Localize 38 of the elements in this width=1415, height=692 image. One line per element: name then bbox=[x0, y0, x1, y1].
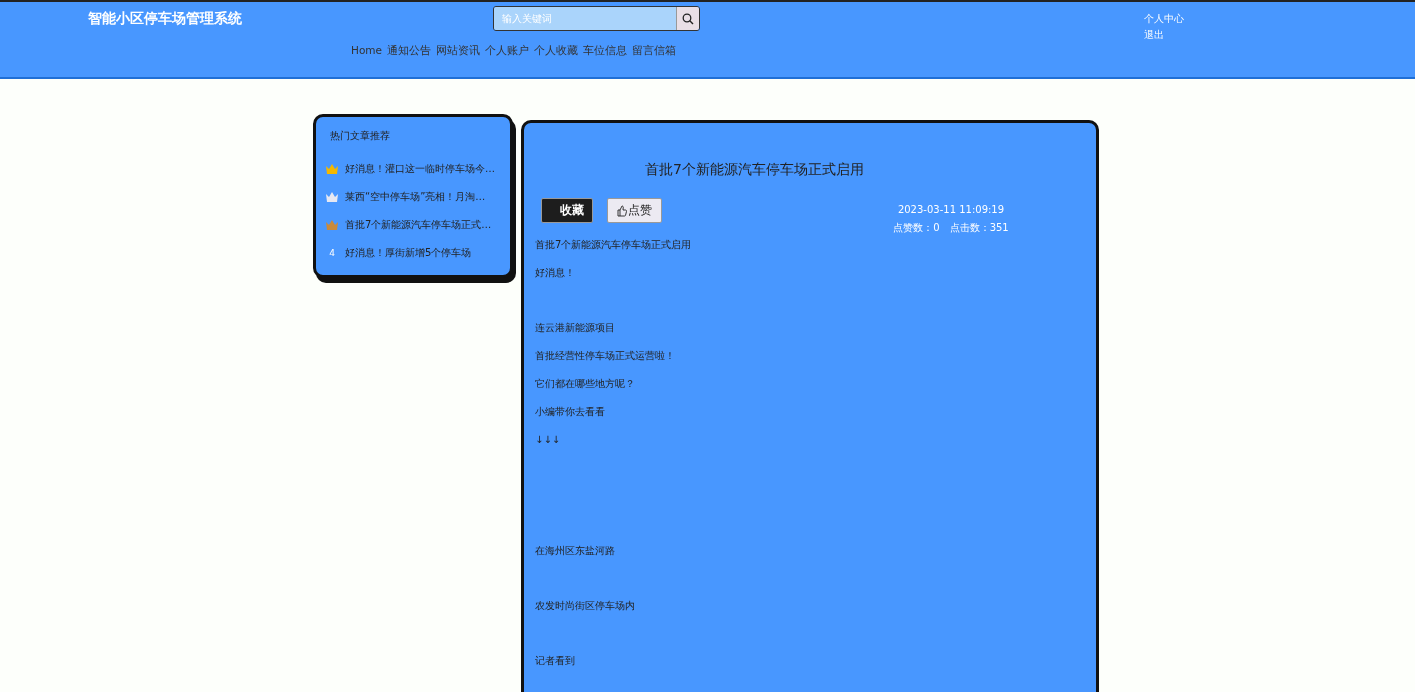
paragraph: 记者看到 bbox=[535, 654, 576, 668]
likes-label: 点赞数： bbox=[893, 222, 934, 233]
search-button[interactable] bbox=[676, 7, 699, 30]
site-title: 智能小区停车场管理系统 bbox=[88, 10, 243, 28]
rank-number: 4 bbox=[328, 248, 336, 258]
card-title: 热门文章推荐 bbox=[330, 129, 391, 143]
search-field[interactable]: 输入关键词 bbox=[493, 6, 700, 31]
nav-link[interactable]: Home bbox=[351, 44, 382, 58]
paragraph: 好消息！ bbox=[535, 266, 576, 280]
nav-link[interactable]: 个人账户 bbox=[485, 44, 529, 58]
nav-link[interactable]: 留言信箱 bbox=[632, 44, 676, 58]
article-link[interactable]: 好消息！灌口这一临时停车场今… bbox=[345, 162, 495, 176]
favorite-button[interactable]: 收藏 bbox=[541, 198, 593, 223]
paragraph: 首批经营性停车场正式运营啦！ bbox=[535, 349, 676, 363]
paragraph: 小编带你去看看 bbox=[535, 405, 606, 419]
nav-link[interactable]: 通知公告 bbox=[387, 44, 431, 58]
paragraph: 它们都在哪些地方呢？ bbox=[535, 377, 636, 391]
article-link[interactable]: 好消息！厚街新增5个停车场 bbox=[345, 246, 472, 260]
clicks-count: 351 bbox=[989, 222, 1009, 233]
user-link[interactable]: 个人中心 bbox=[1144, 12, 1184, 26]
search-icon bbox=[682, 12, 694, 25]
paragraph: ↓↓↓ bbox=[535, 433, 562, 447]
nav-link[interactable]: 个人收藏 bbox=[534, 44, 578, 58]
like-button[interactable]: 点赞 bbox=[607, 198, 662, 223]
nav-link[interactable]: 网站资讯 bbox=[436, 44, 480, 58]
nav-link[interactable]: 车位信息 bbox=[583, 44, 627, 58]
paragraph: 农发时尚街区停车场内 bbox=[535, 599, 636, 613]
article-link[interactable]: 首批7个新能源汽车停车场正式… bbox=[345, 218, 492, 232]
article-title: 首批7个新能源汽车停车场正式启用 bbox=[645, 161, 865, 179]
user-link[interactable]: 退出 bbox=[1144, 28, 1184, 42]
clicks-label: 点击数： bbox=[949, 222, 990, 233]
paragraph: 连云港新能源项目 bbox=[535, 321, 616, 335]
paragraph: 在海州区东盐河路 bbox=[535, 544, 616, 558]
thumbs-up-icon bbox=[617, 204, 627, 217]
paragraph: 首批7个新能源汽车停车场正式启用 bbox=[535, 238, 693, 252]
likes-count: 0 bbox=[933, 222, 940, 233]
publish-date: 2023-03-11 11:09:19 bbox=[897, 204, 1005, 215]
article-link[interactable]: 莱西“空中停车场”亮相！月淘… bbox=[345, 190, 486, 204]
